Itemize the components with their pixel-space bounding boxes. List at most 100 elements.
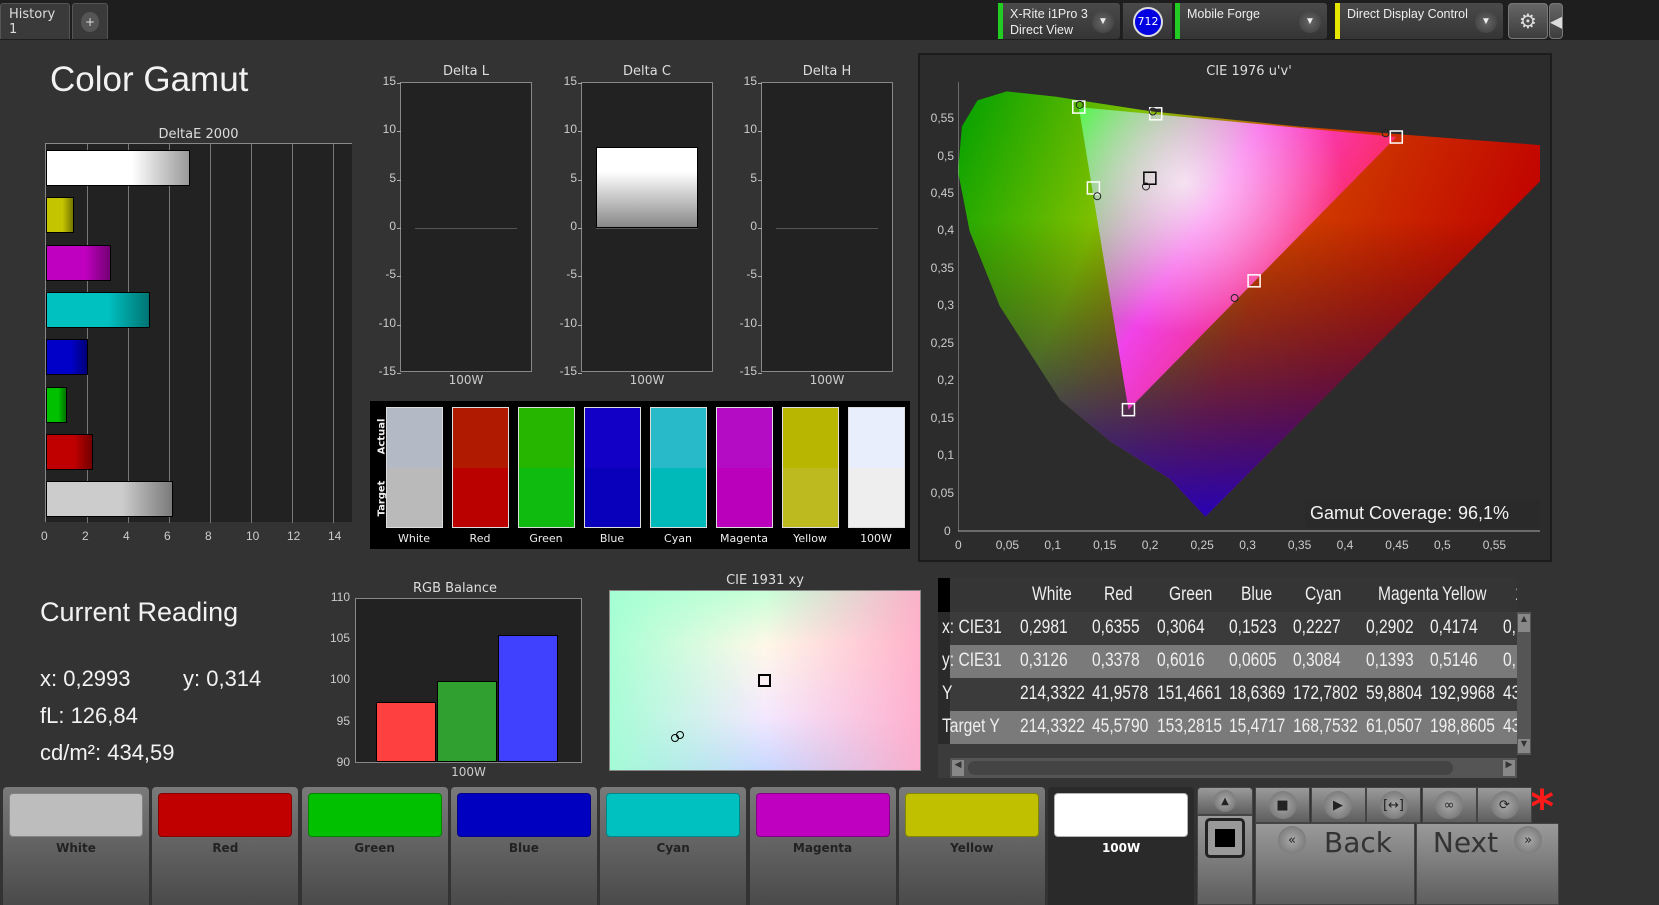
patch-button-yellow[interactable]: Yellow: [898, 787, 1045, 905]
table-cell: 59,8804: [1365, 683, 1423, 704]
swatch-label: Cyan: [664, 532, 692, 545]
column-header[interactable]: 10: [1515, 584, 1517, 606]
display-control-selector[interactable]: Direct Display Control ▼: [1335, 3, 1503, 39]
add-tab-button[interactable]: +: [72, 3, 108, 39]
actual-color: [651, 408, 706, 468]
settings-button[interactable]: ⚙: [1508, 3, 1548, 39]
patch-button-cyan[interactable]: Cyan: [600, 787, 747, 905]
patch-label: 100W: [1101, 841, 1141, 855]
x-tick: 0: [955, 538, 962, 552]
patch-button-magenta[interactable]: Magenta: [749, 787, 896, 905]
patch-button-100w[interactable]: 100W: [1048, 787, 1195, 905]
y-tick: 0,15: [930, 410, 954, 425]
status-bar: [1335, 3, 1340, 39]
deltae-tick: 0: [41, 529, 48, 543]
target-color: [651, 467, 706, 527]
tab-label: History 1: [9, 6, 56, 37]
table-row[interactable]: Y 214,3322 41,9578 151,4661 18,6369 172,7802 5…: [942, 678, 1517, 711]
deltae-chart: [45, 143, 352, 523]
measurement-table: White Red Green Blue Cyan MagentaYellow 10 x: C…: [938, 578, 1517, 778]
patch-color: [1054, 793, 1189, 837]
patch-button-red[interactable]: Red: [152, 787, 299, 905]
delta-tick: -5: [746, 267, 757, 282]
page-title: Color Gamut: [50, 60, 249, 99]
scroll-thumb[interactable]: [968, 761, 1453, 775]
patch-button-white[interactable]: White: [3, 787, 149, 905]
table-cell: x: CIE31: [942, 617, 1002, 638]
loop-button[interactable]: ∞: [1421, 787, 1477, 823]
table-row[interactable]: x: CIE31 0,2981 0,6355 0,3064 0,1523 0,2227 0,…: [942, 612, 1516, 645]
actual-color: [783, 408, 838, 468]
delta-chart-label: 100W: [448, 373, 484, 387]
tick-mark: [758, 276, 762, 278]
table-cell: 61,0507: [1365, 716, 1423, 737]
gridline: [128, 144, 129, 523]
deltae-bar-cyan: [46, 291, 150, 328]
tick-mark: [758, 228, 762, 229]
deltae-bar-blue: [46, 339, 89, 376]
scroll-right-icon[interactable]: ▶: [1503, 760, 1515, 776]
next-button[interactable]: Next»: [1416, 823, 1559, 905]
tab-history-1[interactable]: History 1: [0, 3, 70, 39]
scroll-down-icon[interactable]: ▼: [1518, 739, 1530, 753]
tick-mark: [578, 324, 582, 326]
table-row[interactable]: y: CIE31 0,3126 0,3378 0,6016 0,0605 0,3084 0,…: [942, 645, 1516, 678]
delta-chart-c: [578, 82, 713, 375]
scroll-left-icon[interactable]: ◀: [952, 760, 964, 776]
rgb-bar-blue: [498, 635, 558, 762]
next-label: Next: [1432, 826, 1499, 859]
delta-tick: 10: [563, 122, 577, 137]
zero-line: [415, 228, 517, 229]
delta-tick: 0: [570, 219, 577, 233]
rgb-tick: 100: [329, 672, 350, 687]
scroll-up-icon[interactable]: ▲: [1518, 614, 1530, 632]
vertical-scrollbar[interactable]: ▲ ▼: [1517, 612, 1531, 755]
column-header[interactable]: Magenta: [1378, 584, 1439, 606]
collapse-button[interactable]: ◀: [1549, 3, 1563, 39]
column-header[interactable]: Cyan: [1305, 584, 1341, 606]
column-header[interactable]: Red: [1104, 584, 1133, 606]
tick-mark: [397, 276, 401, 278]
loop-icon: ∞: [1435, 791, 1463, 819]
range-button[interactable]: [↔]: [1366, 787, 1421, 823]
patch-button-blue[interactable]: Blue: [450, 787, 597, 905]
refresh-button[interactable]: ⟳: [1477, 787, 1532, 823]
actual-color: [519, 408, 574, 468]
gridline: [333, 144, 334, 523]
column-header[interactable]: White: [1032, 584, 1072, 606]
horizontal-scrollbar[interactable]: ▶ ◀: [950, 758, 1517, 778]
swatch-white: [386, 407, 443, 528]
y-tick: 0: [944, 524, 951, 538]
delta-tick: 0: [750, 219, 757, 233]
y-tick: 0,55: [930, 111, 954, 126]
pattern-generator-selector[interactable]: Mobile Forge ▼: [1175, 3, 1327, 39]
deltae-tick: 8: [205, 529, 212, 543]
rgb-balance-label: 100W: [451, 765, 486, 779]
meter-selector[interactable]: X-Rite i1Pro 3 Direct View ▼: [998, 3, 1120, 39]
tick-mark: [758, 179, 762, 181]
table-row[interactable]: Target Y 214,3322 45,5790 153,2815 15,4717 16…: [942, 711, 1517, 744]
rgb-balance-chart: [355, 598, 582, 763]
table-cell: 0,6016: [1156, 650, 1205, 671]
meter-badge[interactable]: 712: [1133, 7, 1163, 37]
patch-button-green[interactable]: Green: [301, 787, 448, 905]
back-button[interactable]: « Back: [1255, 823, 1415, 905]
play-button[interactable]: ▶: [1310, 787, 1366, 823]
x-tick: 0,2: [1141, 538, 1159, 552]
table-cell: 0,5146: [1429, 650, 1478, 671]
scroll-up-button[interactable]: ▲: [1197, 787, 1253, 815]
stop-measurement-button[interactable]: [1197, 815, 1253, 905]
swatch-label: Blue: [599, 532, 625, 545]
tick-mark: [578, 82, 582, 84]
deltae-tick: 2: [82, 529, 89, 543]
y-tick: 0,2: [937, 373, 954, 388]
column-header[interactable]: Green: [1169, 584, 1212, 606]
cie1931-chart: [609, 590, 921, 771]
zero-line: [776, 228, 878, 229]
column-header[interactable]: Yellow: [1442, 584, 1486, 606]
column-header[interactable]: Blue: [1241, 584, 1272, 606]
stop-button[interactable]: ■: [1255, 787, 1310, 823]
reading-cdm2: cd/m²: 434,59: [40, 740, 175, 765]
gear-icon: ⚙: [1519, 9, 1537, 33]
table-cell: 45,5790: [1091, 716, 1149, 737]
